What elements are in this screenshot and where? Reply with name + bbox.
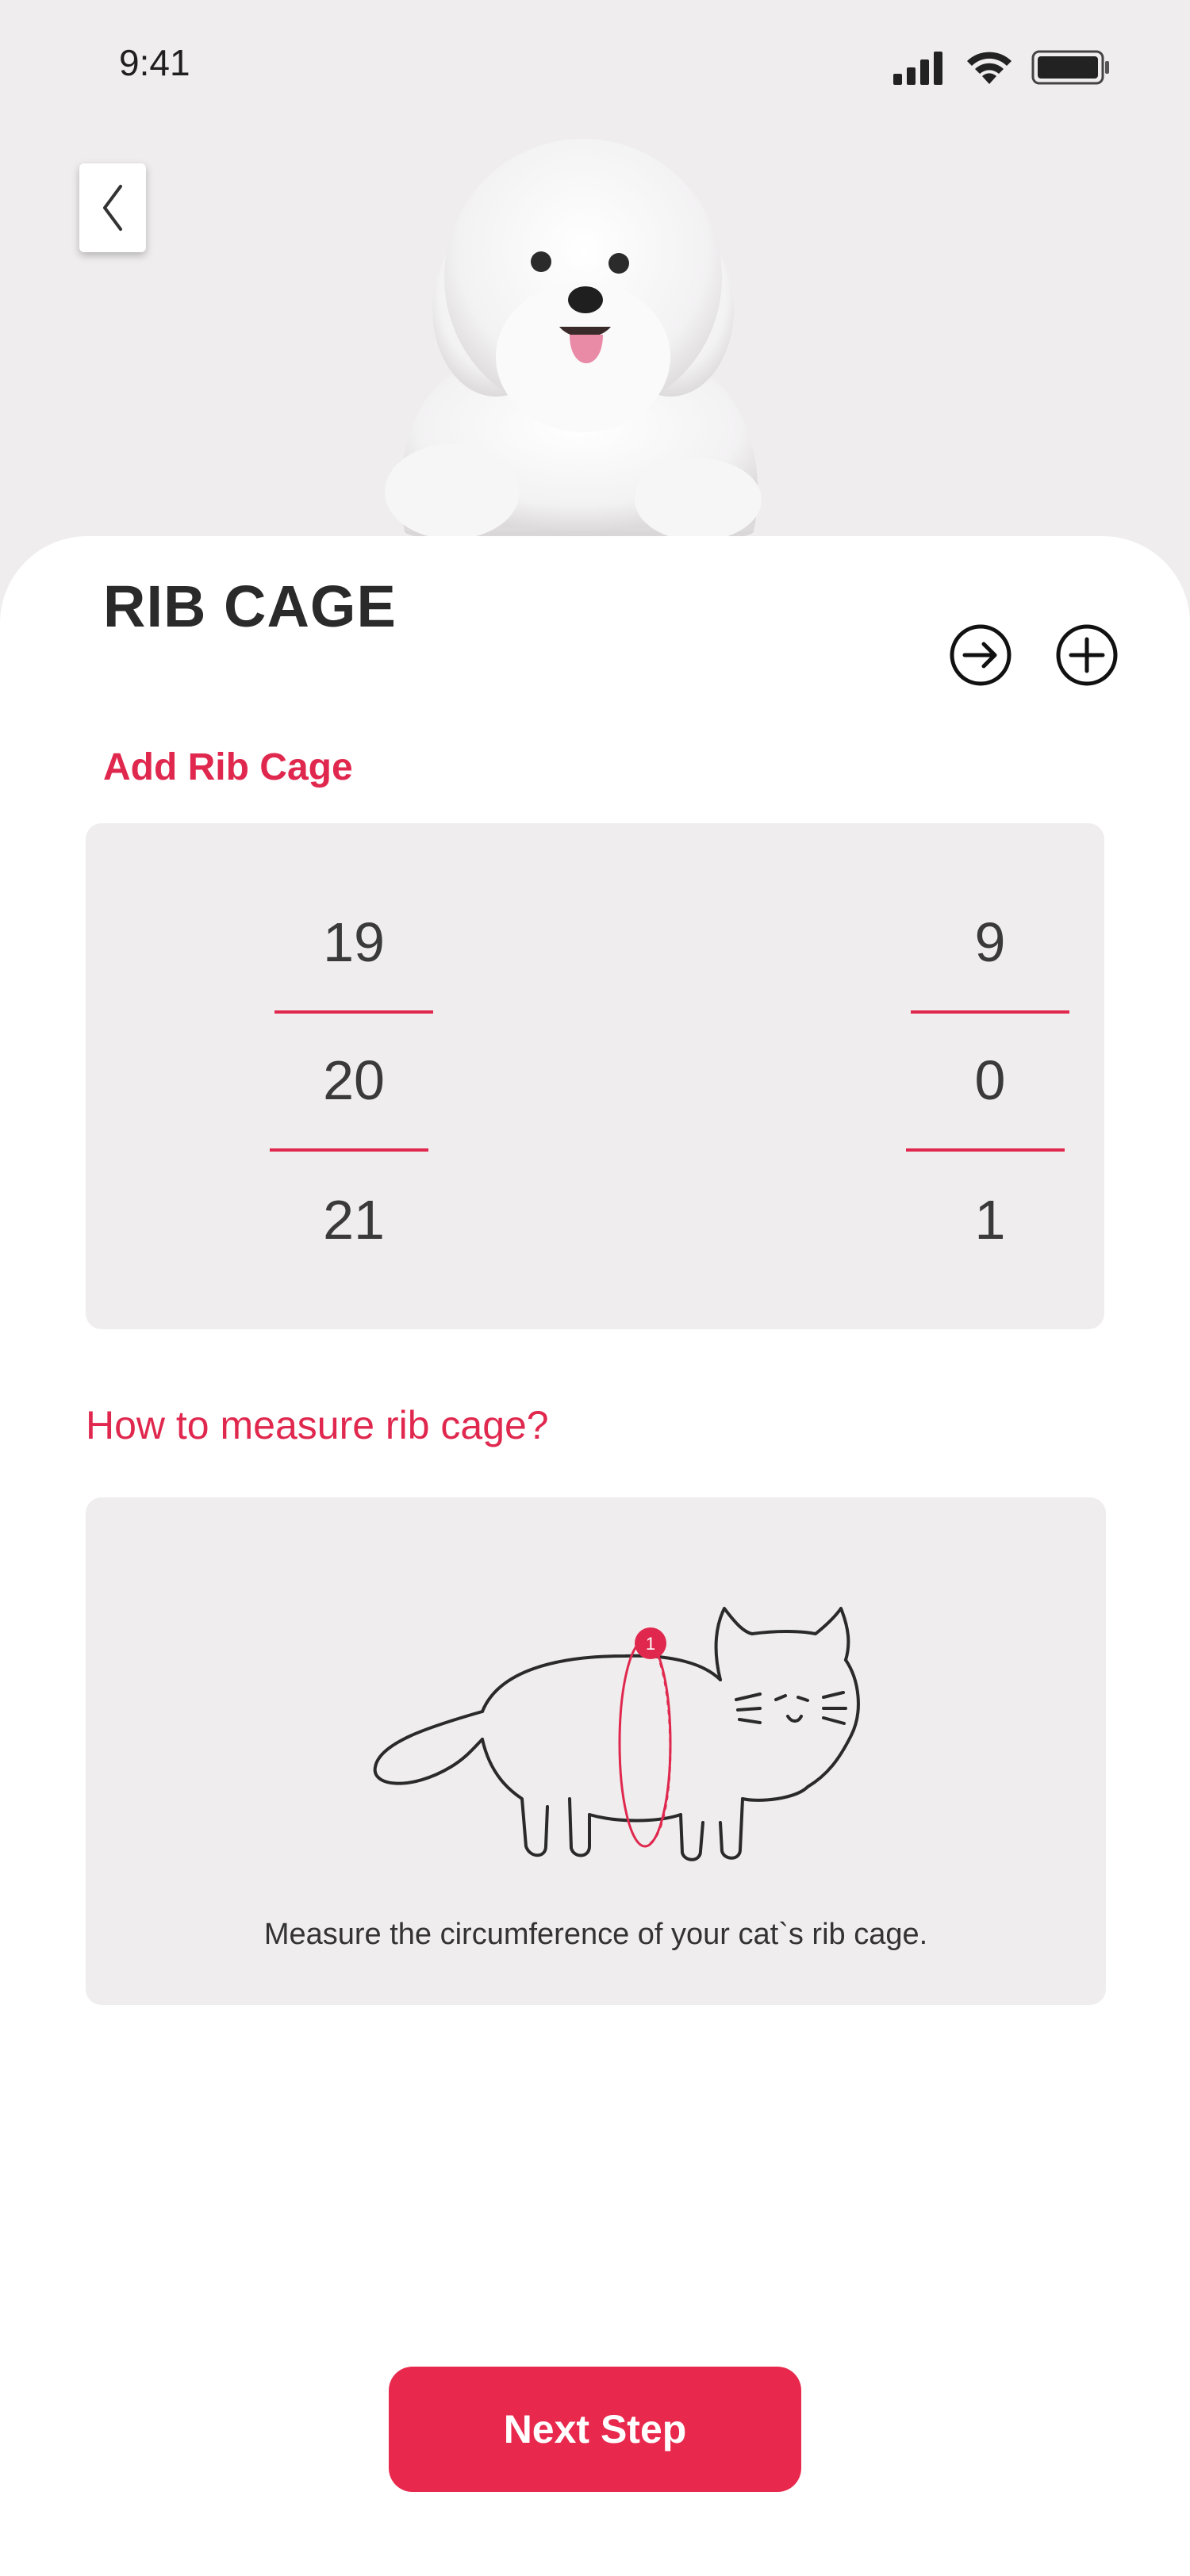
picker-value-below[interactable]: 21: [259, 1188, 449, 1252]
picker-value-selected[interactable]: 20: [259, 1048, 449, 1112]
rib-cage-picker[interactable]: 19 20 21 9 0 1: [86, 823, 1104, 1329]
cat-illustration: 1: [373, 1607, 860, 1861]
page-title: RIB CAGE: [103, 573, 397, 639]
add-rib-cage-label: Add Rib Cage: [103, 746, 353, 788]
picker-column-decimal[interactable]: 9 0 1: [895, 823, 1085, 1329]
picker-selection-line: [906, 1148, 1065, 1152]
status-time: 9:41: [119, 42, 190, 83]
arrow-right-circle-icon[interactable]: [949, 623, 1012, 687]
picker-selection-line: [911, 1010, 1069, 1014]
next-step-button[interactable]: Next Step: [389, 2367, 801, 2492]
battery-icon: [1031, 50, 1109, 85]
measure-caption: Measure the circumference of your cat`s …: [263, 1918, 928, 1951]
picker-selection-line: [274, 1010, 433, 1014]
status-bar: 9:41: [0, 0, 1190, 135]
back-chevron-icon: [103, 185, 122, 231]
plus-circle-icon[interactable]: [1055, 623, 1119, 687]
picker-value-below[interactable]: 1: [895, 1188, 1085, 1252]
back-button[interactable]: [79, 163, 146, 252]
picker-value-above[interactable]: 9: [895, 910, 1085, 974]
cellular-signal-icon: [893, 52, 942, 85]
picker-value-above[interactable]: 19: [259, 910, 449, 974]
status-icons: [892, 49, 1111, 86]
dog-hero-image: [385, 139, 762, 546]
picker-selection-line: [270, 1148, 428, 1152]
picker-value-selected[interactable]: 0: [895, 1048, 1085, 1112]
measure-guide-card: 1 Measure the circumference of your cat`…: [86, 1497, 1106, 2005]
picker-column-whole[interactable]: 19 20 21: [259, 823, 449, 1329]
measure-marker-label: 1: [646, 1634, 655, 1654]
wifi-icon: [967, 52, 1012, 84]
how-to-measure-heading: How to measure rib cage?: [86, 1403, 549, 1447]
